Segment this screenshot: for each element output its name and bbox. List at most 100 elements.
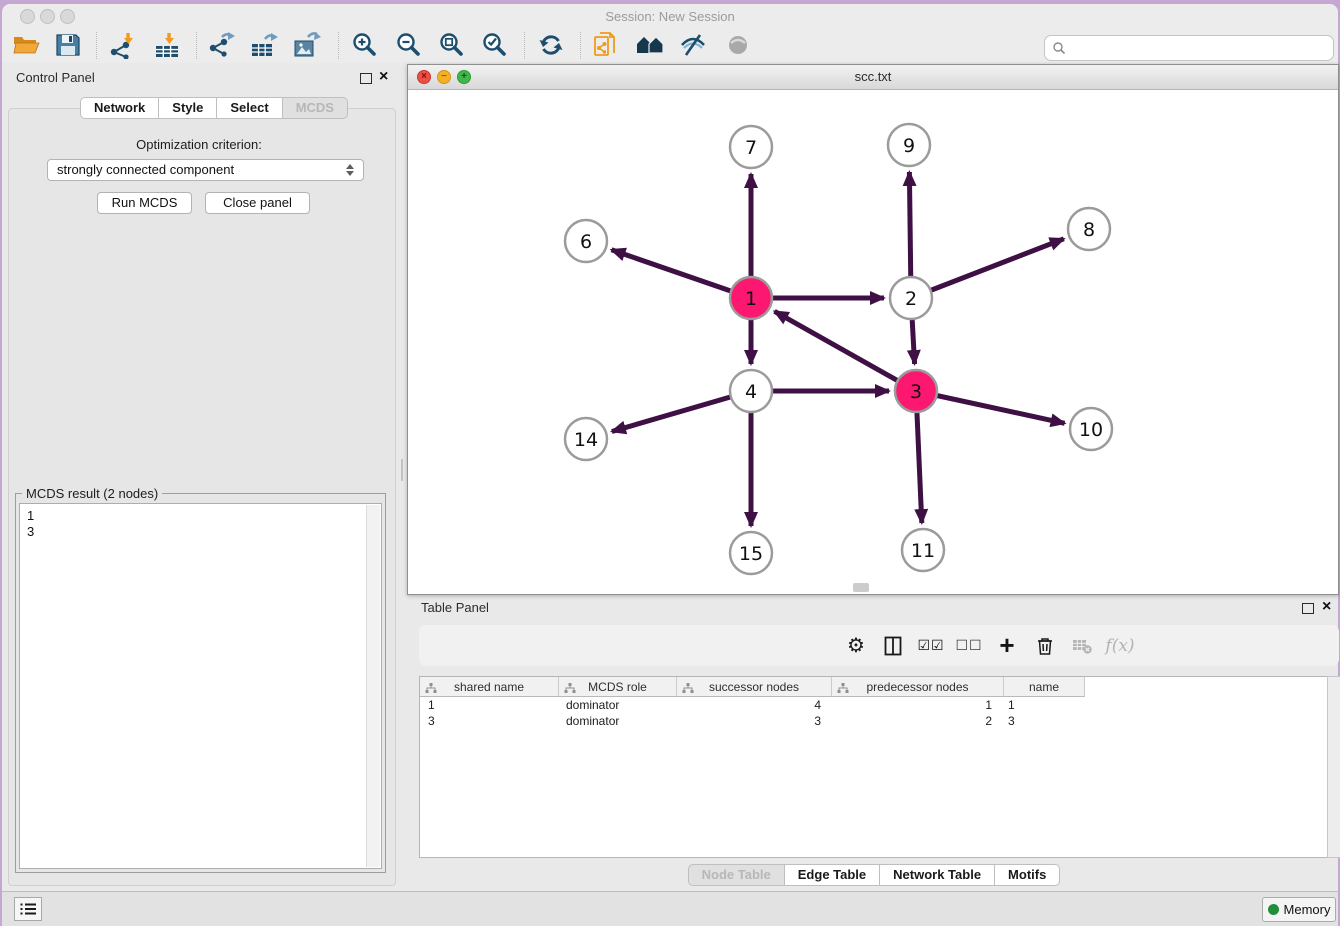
node-4[interactable]: 4 (730, 370, 772, 412)
table-row[interactable]: 1dominator411 (420, 697, 1328, 713)
deselect-all-icon[interactable]: ☐☐ (954, 625, 984, 666)
svg-text:4: 4 (745, 381, 757, 403)
cell-predecessor-nodes[interactable]: 1 (829, 697, 1000, 713)
column-header-name[interactable]: name (1004, 677, 1085, 697)
import-network-icon[interactable] (108, 31, 136, 59)
tab-select[interactable]: Select (217, 97, 282, 119)
memory-button[interactable]: Memory (1262, 897, 1336, 922)
close-panel-button[interactable]: Close panel (205, 192, 310, 214)
table-body: 1dominator4113dominator323 (420, 697, 1328, 729)
svg-text:3: 3 (910, 381, 922, 403)
zoom-out-icon[interactable] (394, 31, 422, 59)
table-panel-close-icon[interactable]: × (1322, 601, 1331, 613)
task-history-button[interactable] (14, 897, 42, 921)
cell-name[interactable]: 3 (1000, 713, 1080, 729)
search-input[interactable] (1044, 35, 1334, 61)
clone-network-icon[interactable] (592, 31, 620, 59)
node-2[interactable]: 2 (890, 277, 932, 319)
edge-3-1[interactable] (775, 311, 917, 391)
refresh-layout-icon[interactable] (537, 31, 565, 59)
first-neighbors-icon[interactable] (636, 31, 664, 59)
table-options-icon[interactable]: ⚙ (841, 625, 871, 666)
table-row[interactable]: 3dominator323 (420, 713, 1328, 729)
column-header-predecessor-nodes[interactable]: predecessor nodes (832, 677, 1004, 697)
svg-text:14: 14 (574, 429, 598, 451)
column-header-MCDS-role[interactable]: MCDS role (559, 677, 677, 697)
delete-columns-icon[interactable] (1030, 625, 1060, 666)
table-panel-float-icon[interactable] (1302, 603, 1314, 614)
node-9[interactable]: 9 (888, 124, 930, 166)
app-titlebar: Session: New Session (2, 4, 1338, 29)
toolbar-separator (524, 32, 525, 59)
network-canvas[interactable]: 1 2 3 4 6 7 8 9 10 (408, 89, 1338, 594)
cell-shared-name[interactable]: 3 (420, 713, 558, 729)
cell-name[interactable]: 1 (1000, 697, 1080, 713)
delete-table-icon (1067, 625, 1097, 666)
node-7[interactable]: 7 (730, 126, 772, 168)
tab-style[interactable]: Style (159, 97, 217, 119)
export-network-icon[interactable] (207, 31, 235, 59)
select-up-arrow-icon (346, 164, 354, 169)
node-15[interactable]: 15 (730, 532, 772, 574)
run-mcds-button[interactable]: Run MCDS (97, 192, 192, 214)
open-session-icon[interactable] (12, 31, 40, 59)
cell-MCDS-role[interactable]: dominator (558, 697, 675, 713)
cell-successor-nodes[interactable]: 4 (675, 697, 829, 713)
import-table-icon[interactable] (153, 31, 181, 59)
zoom-selected-icon[interactable] (480, 31, 508, 59)
tab-node-table[interactable]: Node Table (688, 864, 785, 886)
create-column-icon[interactable]: + (992, 625, 1022, 669)
show-graphics-details-icon[interactable] (679, 31, 707, 59)
svg-text:7: 7 (745, 137, 757, 159)
app-title: Session: New Session (2, 9, 1338, 24)
svg-text:2: 2 (905, 288, 917, 310)
show-columns-icon[interactable] (878, 625, 908, 666)
optimization-criterion-select[interactable]: strongly connected component (47, 159, 364, 181)
network-window-titlebar[interactable]: × − + scc.txt (408, 65, 1338, 90)
edge-3-10[interactable] (916, 391, 1065, 423)
memory-status-icon (1268, 904, 1279, 915)
control-panel-close-icon[interactable]: × (379, 71, 388, 83)
export-image-icon[interactable] (293, 31, 321, 59)
table-panel-title: Table Panel (421, 600, 489, 615)
cell-shared-name[interactable]: 1 (420, 697, 558, 713)
column-header-successor-nodes[interactable]: successor nodes (677, 677, 832, 697)
node-10[interactable]: 10 (1070, 408, 1112, 450)
control-panel-float-icon[interactable] (360, 73, 372, 84)
main-toolbar (2, 28, 1338, 64)
cell-successor-nodes[interactable]: 3 (675, 713, 829, 729)
node-table: shared name MCDS role successor nodes pr… (419, 676, 1329, 858)
mcds-result-fieldset: MCDS result (2 nodes) 13 (15, 493, 386, 873)
zoom-fit-icon[interactable] (437, 31, 465, 59)
table-scrollbar[interactable] (1327, 676, 1340, 858)
node-1[interactable]: 1 (730, 277, 772, 319)
mcds-result-legend: MCDS result (2 nodes) (22, 486, 162, 501)
cell-MCDS-role[interactable]: dominator (558, 713, 675, 729)
zoom-in-icon[interactable] (350, 31, 378, 59)
status-bar: Memory (2, 891, 1338, 926)
node-14[interactable]: 14 (565, 418, 607, 460)
node-6[interactable]: 6 (565, 220, 607, 262)
hide-graphics-details-icon[interactable] (724, 31, 752, 59)
column-header-shared-name[interactable]: shared name (420, 677, 559, 697)
save-session-icon[interactable] (54, 31, 82, 59)
tab-edge-table[interactable]: Edge Table (785, 864, 880, 886)
result-scrollbar[interactable] (366, 505, 380, 867)
toolbar-separator (580, 32, 581, 59)
network-window-title: scc.txt (408, 69, 1338, 84)
node-8[interactable]: 8 (1068, 208, 1110, 250)
edge-2-8[interactable] (911, 239, 1064, 298)
tab-network-table[interactable]: Network Table (880, 864, 995, 886)
toolbar-separator (338, 32, 339, 59)
tab-mcds[interactable]: MCDS (283, 97, 348, 119)
cell-predecessor-nodes[interactable]: 2 (829, 713, 1000, 729)
export-table-icon[interactable] (250, 31, 278, 59)
svg-text:9: 9 (903, 135, 915, 157)
node-3[interactable]: 3 (895, 370, 937, 412)
svg-text:10: 10 (1079, 419, 1103, 441)
select-all-icon[interactable]: ☑☑ (916, 625, 946, 666)
node-11[interactable]: 11 (902, 529, 944, 571)
tab-motifs[interactable]: Motifs (995, 864, 1060, 886)
horizontal-splitter-handle[interactable] (853, 583, 869, 592)
tab-network[interactable]: Network (80, 97, 159, 119)
